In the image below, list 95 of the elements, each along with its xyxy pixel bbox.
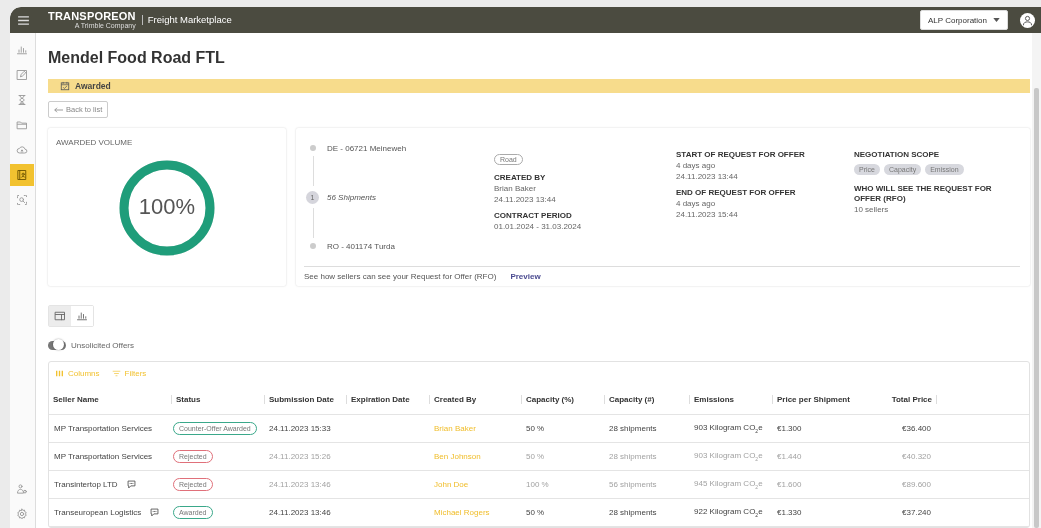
card-title: AWARDED VOLUME (56, 138, 134, 147)
column-header[interactable]: Total Price (857, 394, 937, 404)
table-cell-text: 24.11.2023 15:26 (268, 452, 332, 461)
table-cell-text: John Doe (433, 480, 470, 489)
comment-icon[interactable] (125, 479, 137, 490)
table-cell-text: 28 shipments (608, 508, 658, 517)
page-title: Mendel Food Road FTL (48, 48, 226, 68)
table-cell-text: 903 Kilogram CO$_{2}$e (693, 423, 764, 434)
table-cell: Transeuropean Logistics (54, 508, 142, 517)
field-value: 01.01.2024 - 31.03.2024 (494, 221, 583, 232)
people-icon (16, 483, 28, 495)
field-label: CONTRACT PERIOD (494, 211, 573, 221)
settings-icon (16, 508, 28, 520)
field-value: 24.11.2023 15:44 (676, 209, 739, 220)
toggle-switch[interactable] (48, 340, 66, 350)
table-cell: Transintertop LTD (54, 480, 118, 489)
preview-link[interactable]: Preview (510, 272, 541, 281)
hourglass-icon (16, 94, 28, 106)
table-cell-text: 50 % (525, 424, 546, 433)
table-cell-text: 100 % (525, 480, 550, 489)
field-value: 24.11.2023 13:44 (676, 171, 739, 182)
table-cell-text: €40.320 (901, 452, 932, 461)
column-header[interactable]: Price per Shipment (772, 394, 857, 404)
field-value: Brian Baker (494, 183, 537, 194)
donut-reading: 100% (137, 194, 197, 220)
table-cell-text: 24.11.2023 13:46 (268, 508, 332, 517)
comment-icon[interactable] (149, 507, 161, 518)
menu-icon[interactable] (17, 15, 29, 25)
table-cell-text: 903 Kilogram CO$_{2}$e (693, 451, 764, 462)
chart-icon (76, 310, 88, 322)
table-cell-text: €1.330 (776, 508, 803, 517)
table-cell-text: €1.600 (776, 480, 803, 489)
folder-icon (16, 119, 28, 131)
arrow-left-icon (54, 106, 63, 113)
filter-icon (111, 368, 121, 378)
table-cell-text: 50 % (525, 452, 546, 461)
route-origin: DE - 06721 Meineweh (327, 143, 408, 153)
field-value: 4 days ago (676, 160, 717, 171)
field-value: 10 sellers (854, 204, 890, 215)
calendar-icon (60, 81, 70, 91)
status-label: Awarded (75, 81, 111, 91)
table-cell-text: Brian Baker (433, 424, 477, 433)
table-cell: MP Transportation Services (54, 424, 153, 433)
table-cell-text: €1.440 (776, 452, 803, 461)
user-icon (1022, 14, 1033, 26)
stop-dot (310, 243, 316, 249)
field-label: NEGOTIATION SCOPE (854, 150, 941, 160)
columns-icon (55, 368, 64, 378)
column-header[interactable]: Seller Name (49, 394, 171, 404)
column-header[interactable]: Capacity (%) (521, 394, 604, 404)
table-view-tab[interactable] (49, 306, 71, 326)
table-cell-text: 945 Kilogram CO$_{2}$e (693, 479, 764, 490)
scrollbar[interactable] (1032, 33, 1041, 528)
preview-hint: See how sellers can see your Request for Offer (RFO) (304, 272, 497, 281)
table-cell-text: 24.11.2023 15:33 (268, 424, 332, 433)
column-header[interactable]: Capacity (#) (604, 394, 689, 404)
column-header[interactable]: Expiration Date (346, 394, 429, 404)
company-dropdown[interactable]: ALP Corporation (920, 10, 1008, 30)
scan-icon (16, 194, 28, 206)
table-cell-text: €89.600 (901, 480, 932, 489)
edit-icon (16, 69, 28, 81)
table-cell-text: 24.11.2023 13:46 (268, 480, 332, 489)
column-header[interactable]: Emissions (689, 394, 772, 404)
column-header[interactable]: Created By (429, 394, 521, 404)
table-cell-text: Michael Rogers (433, 508, 491, 517)
field-label: WHO WILL SEE THE REQUEST FOR OFFER (RFO) (854, 184, 993, 204)
sidebar-item[interactable] (10, 164, 34, 186)
field-value: 4 days ago (676, 198, 717, 209)
table-cell-text: 28 shipments (608, 424, 658, 433)
field-label: START OF REQUEST FOR OFFER (676, 150, 806, 160)
toggle-label: Unsolicited Offers (71, 340, 134, 350)
field-value: 24.11.2023 13:44 (494, 194, 557, 205)
field-label: CREATED BY (494, 173, 547, 183)
route-destination: RO - 401174 Turda (327, 241, 396, 251)
table-cell-text: €36.400 (901, 424, 932, 433)
chart-icon (16, 44, 28, 56)
field-label: END OF REQUEST FOR OFFER (676, 188, 797, 198)
column-header[interactable]: Status (171, 394, 264, 404)
user-avatar[interactable] (1020, 12, 1035, 28)
caret-icon (993, 18, 1000, 22)
shipment-count: 56 Shipments (327, 192, 377, 202)
table-cell-text: €1.300 (776, 424, 803, 433)
table-cell-text: Ben Johnson (433, 452, 482, 461)
app-name: Freight Marketplace (141, 15, 232, 25)
contact-book-icon (16, 169, 28, 181)
table-cell-text: 922 Kilogram CO$_{2}$e (693, 507, 764, 518)
table-cell: MP Transportation Services (54, 452, 153, 461)
cloud-upload-icon (16, 144, 28, 156)
table-cell-text: 50 % (525, 508, 546, 517)
column-header[interactable]: Submission Date (264, 394, 346, 404)
table-cell-text: 28 shipments (608, 452, 658, 461)
stop-dot (310, 145, 316, 151)
table-cell-text: 56 shipments (608, 480, 658, 489)
table-view-icon (54, 310, 66, 322)
table-cell-text: €37.240 (901, 508, 932, 517)
